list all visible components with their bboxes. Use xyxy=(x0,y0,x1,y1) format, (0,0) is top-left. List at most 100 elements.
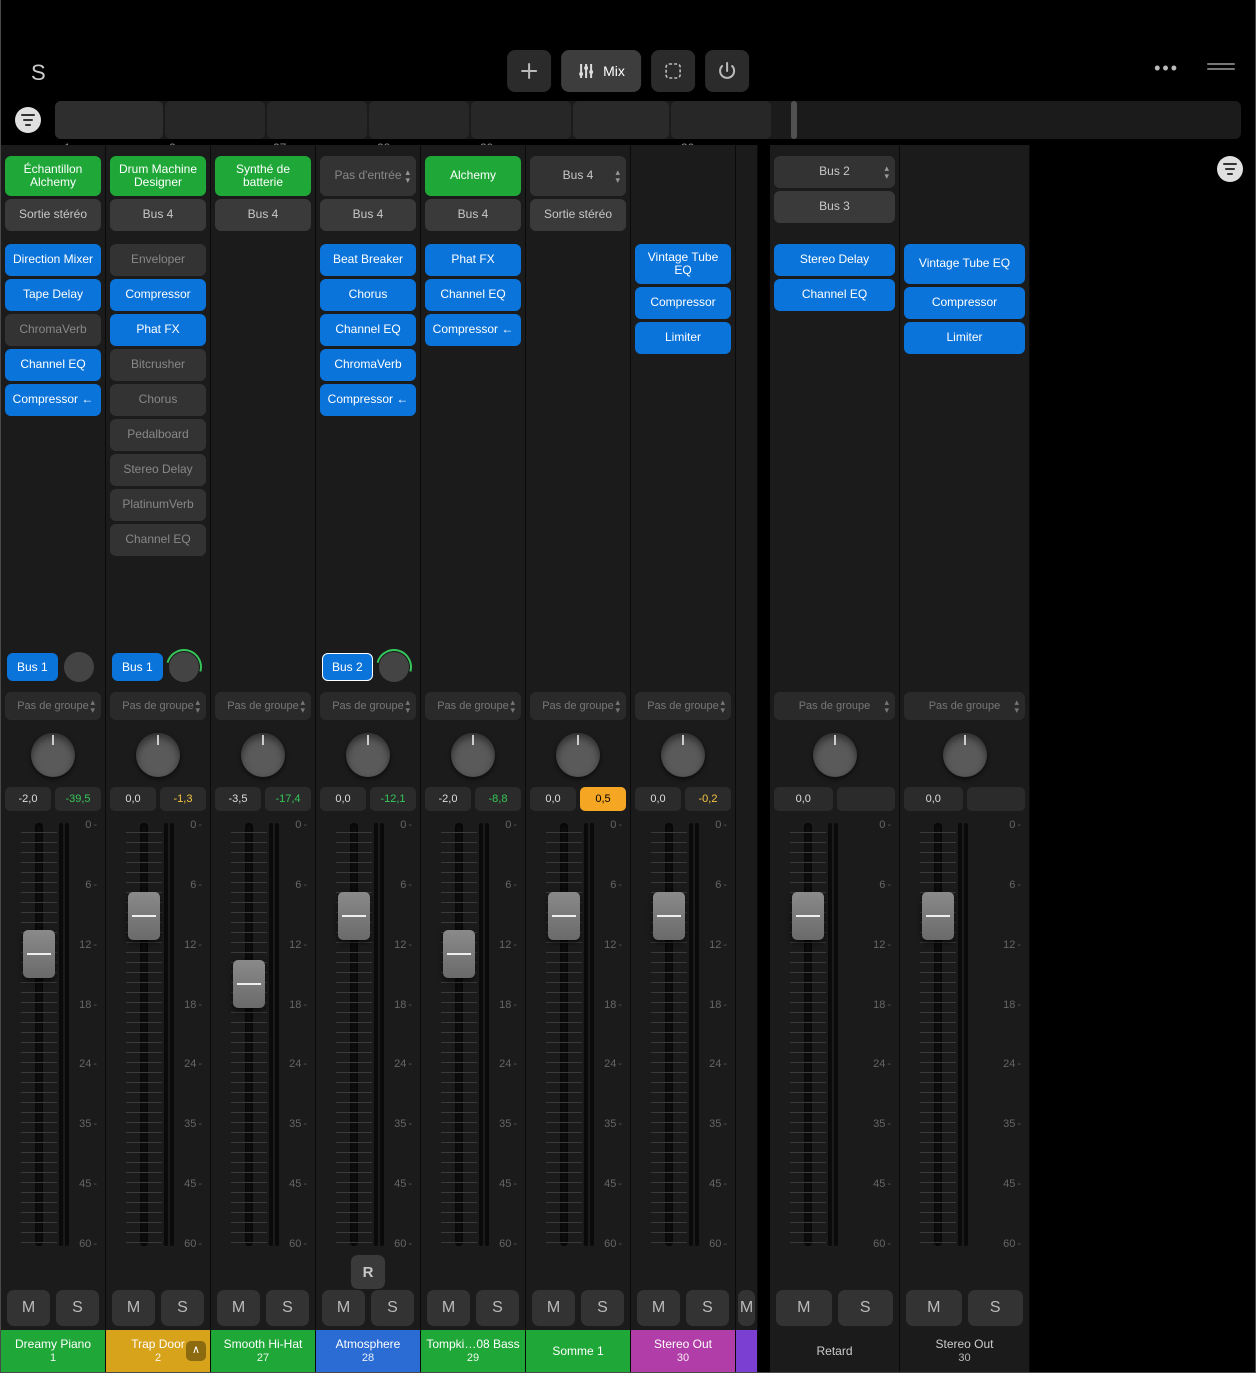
fx-slot-enveloper[interactable]: Enveloper xyxy=(110,244,206,276)
fx-slot-direction-mixer[interactable]: Direction Mixer xyxy=(5,244,101,276)
overview-scroll-handle[interactable] xyxy=(791,101,797,139)
fx-slot-vintage-tube-eq[interactable]: Vintage Tube EQ xyxy=(635,244,731,284)
fx-slot-platinumverb[interactable]: PlatinumVerb xyxy=(110,489,206,521)
track-name-label[interactable]: Stereo Out30 xyxy=(631,1330,735,1372)
fx-slot-compressor-[interactable]: Compressor ← xyxy=(5,384,101,416)
arrangement-overview[interactable]: 1227282930 xyxy=(55,95,1241,145)
fx-slot-channel-eq[interactable]: Channel EQ xyxy=(5,349,101,381)
output-slot[interactable]: Bus 4 xyxy=(215,199,311,231)
fx-slot-compressor[interactable]: Compressor xyxy=(904,287,1025,319)
fader[interactable] xyxy=(23,823,55,1246)
pan-knob[interactable] xyxy=(31,733,75,777)
input-slot[interactable]: Bus 4▴▾ xyxy=(530,156,626,196)
solo-button[interactable]: S xyxy=(476,1290,519,1326)
fader[interactable] xyxy=(443,823,475,1246)
fx-slot-stereo-delay[interactable]: Stereo Delay xyxy=(110,454,206,486)
expand-icon[interactable]: ∧ xyxy=(186,1341,206,1361)
mixer-view-button[interactable]: Mix xyxy=(561,50,641,92)
fx-slot-chorus[interactable]: Chorus xyxy=(320,279,416,311)
group-select[interactable]: Pas de groupe▴▾ xyxy=(215,692,311,720)
fader[interactable] xyxy=(128,823,160,1246)
fader[interactable] xyxy=(548,823,580,1246)
fx-slot-stereo-delay[interactable]: Stereo Delay xyxy=(774,244,895,276)
fader[interactable] xyxy=(653,823,685,1246)
fx-slot-compressor-[interactable]: Compressor ← xyxy=(320,384,416,416)
fx-slot-pedalboard[interactable]: Pedalboard xyxy=(110,419,206,451)
send-button[interactable]: Bus 1 xyxy=(7,653,58,681)
group-select[interactable]: Pas de groupe▴▾ xyxy=(320,692,416,720)
group-select[interactable]: Pas de groupe▴▾ xyxy=(530,692,626,720)
pan-knob[interactable] xyxy=(813,733,857,777)
track-name-label[interactable]: Tompki…08 Bass29 xyxy=(421,1330,525,1372)
send-level-knob[interactable] xyxy=(64,652,94,682)
fx-slot-limiter[interactable]: Limiter xyxy=(904,322,1025,354)
selection-mode-button[interactable] xyxy=(651,50,695,92)
mute-button[interactable]: M xyxy=(427,1290,470,1326)
input-slot[interactable]: Drum Machine Designer xyxy=(110,156,206,196)
fx-slot-chorus[interactable]: Chorus xyxy=(110,384,206,416)
fx-slot-channel-eq[interactable]: Channel EQ xyxy=(425,279,521,311)
mute-button[interactable]: M xyxy=(776,1290,832,1326)
output-slot[interactable]: Sortie stéréo xyxy=(5,199,101,231)
mute-button[interactable]: M xyxy=(532,1290,575,1326)
solo-button[interactable]: S xyxy=(686,1290,729,1326)
send-level-knob[interactable] xyxy=(169,652,199,682)
mute-button[interactable]: M xyxy=(906,1290,962,1326)
fader[interactable] xyxy=(792,823,824,1246)
track-name-label[interactable]: Somme 1 xyxy=(526,1330,630,1372)
input-slot[interactable]: Alchemy xyxy=(425,156,521,196)
pan-knob[interactable] xyxy=(451,733,495,777)
fx-slot-phat-fx[interactable]: Phat FX xyxy=(425,244,521,276)
fx-slot-channel-eq[interactable]: Channel EQ xyxy=(320,314,416,346)
solo-button[interactable]: S xyxy=(838,1290,894,1326)
track-name-label[interactable]: Stereo Out30 xyxy=(900,1330,1029,1372)
input-slot[interactable]: Bus 2▴▾ xyxy=(774,156,895,188)
output-slot[interactable]: Sortie stéréo xyxy=(530,199,626,231)
record-enable-button[interactable]: R xyxy=(351,1255,385,1289)
pan-knob[interactable] xyxy=(346,733,390,777)
fx-slot-compressor[interactable]: Compressor xyxy=(635,287,731,319)
fx-slot-compressor-[interactable]: Compressor ← xyxy=(425,314,521,346)
group-select[interactable]: Pas de groupe▴▾ xyxy=(904,692,1025,720)
mute-button[interactable]: M xyxy=(217,1290,260,1326)
fx-slot-chromaverb[interactable]: ChromaVerb xyxy=(5,314,101,346)
output-slot[interactable]: Bus 4 xyxy=(425,199,521,231)
solo-indicator[interactable]: S xyxy=(31,60,46,86)
fx-slot-compressor[interactable]: Compressor xyxy=(110,279,206,311)
group-select[interactable]: Pas de groupe▴▾ xyxy=(774,692,895,720)
group-select[interactable]: Pas de groupe▴▾ xyxy=(110,692,206,720)
pan-knob[interactable] xyxy=(943,733,987,777)
output-slot[interactable]: Bus 4 xyxy=(320,199,416,231)
fader[interactable] xyxy=(338,823,370,1246)
pan-knob[interactable] xyxy=(136,733,180,777)
fader[interactable] xyxy=(233,823,265,1246)
fx-slot-limiter[interactable]: Limiter xyxy=(635,322,731,354)
input-slot[interactable]: Pas d'entrée▴▾ xyxy=(320,156,416,196)
track-name-label[interactable]: Retard xyxy=(770,1330,899,1372)
mute-button[interactable]: M xyxy=(738,1290,755,1326)
filter-button-left[interactable] xyxy=(15,107,41,133)
fx-slot-bitcrusher[interactable]: Bitcrusher xyxy=(110,349,206,381)
mute-button[interactable]: M xyxy=(7,1290,50,1326)
pan-knob[interactable] xyxy=(556,733,600,777)
fx-slot-phat-fx[interactable]: Phat FX xyxy=(110,314,206,346)
output-slot[interactable]: Bus 3 xyxy=(774,191,895,223)
track-name-label[interactable]: Smooth Hi-Hat27 xyxy=(211,1330,315,1372)
send-level-knob[interactable] xyxy=(379,652,409,682)
solo-button[interactable]: S xyxy=(371,1290,414,1326)
send-button[interactable]: Bus 2 xyxy=(322,653,373,681)
fx-slot-beat-breaker[interactable]: Beat Breaker xyxy=(320,244,416,276)
group-select[interactable]: Pas de groupe▴▾ xyxy=(635,692,731,720)
fx-slot-tape-delay[interactable]: Tape Delay xyxy=(5,279,101,311)
power-button[interactable] xyxy=(705,50,749,92)
group-select[interactable]: Pas de groupe▴▾ xyxy=(425,692,521,720)
mute-button[interactable]: M xyxy=(637,1290,680,1326)
filter-button-right[interactable] xyxy=(1217,156,1243,182)
fx-slot-chromaverb[interactable]: ChromaVerb xyxy=(320,349,416,381)
group-select[interactable]: Pas de groupe▴▾ xyxy=(5,692,101,720)
solo-button[interactable]: S xyxy=(266,1290,309,1326)
add-track-button[interactable] xyxy=(507,50,551,92)
solo-button[interactable]: S xyxy=(56,1290,99,1326)
drag-handle[interactable] xyxy=(1207,63,1235,75)
input-slot[interactable]: Synthé de batterie xyxy=(215,156,311,196)
